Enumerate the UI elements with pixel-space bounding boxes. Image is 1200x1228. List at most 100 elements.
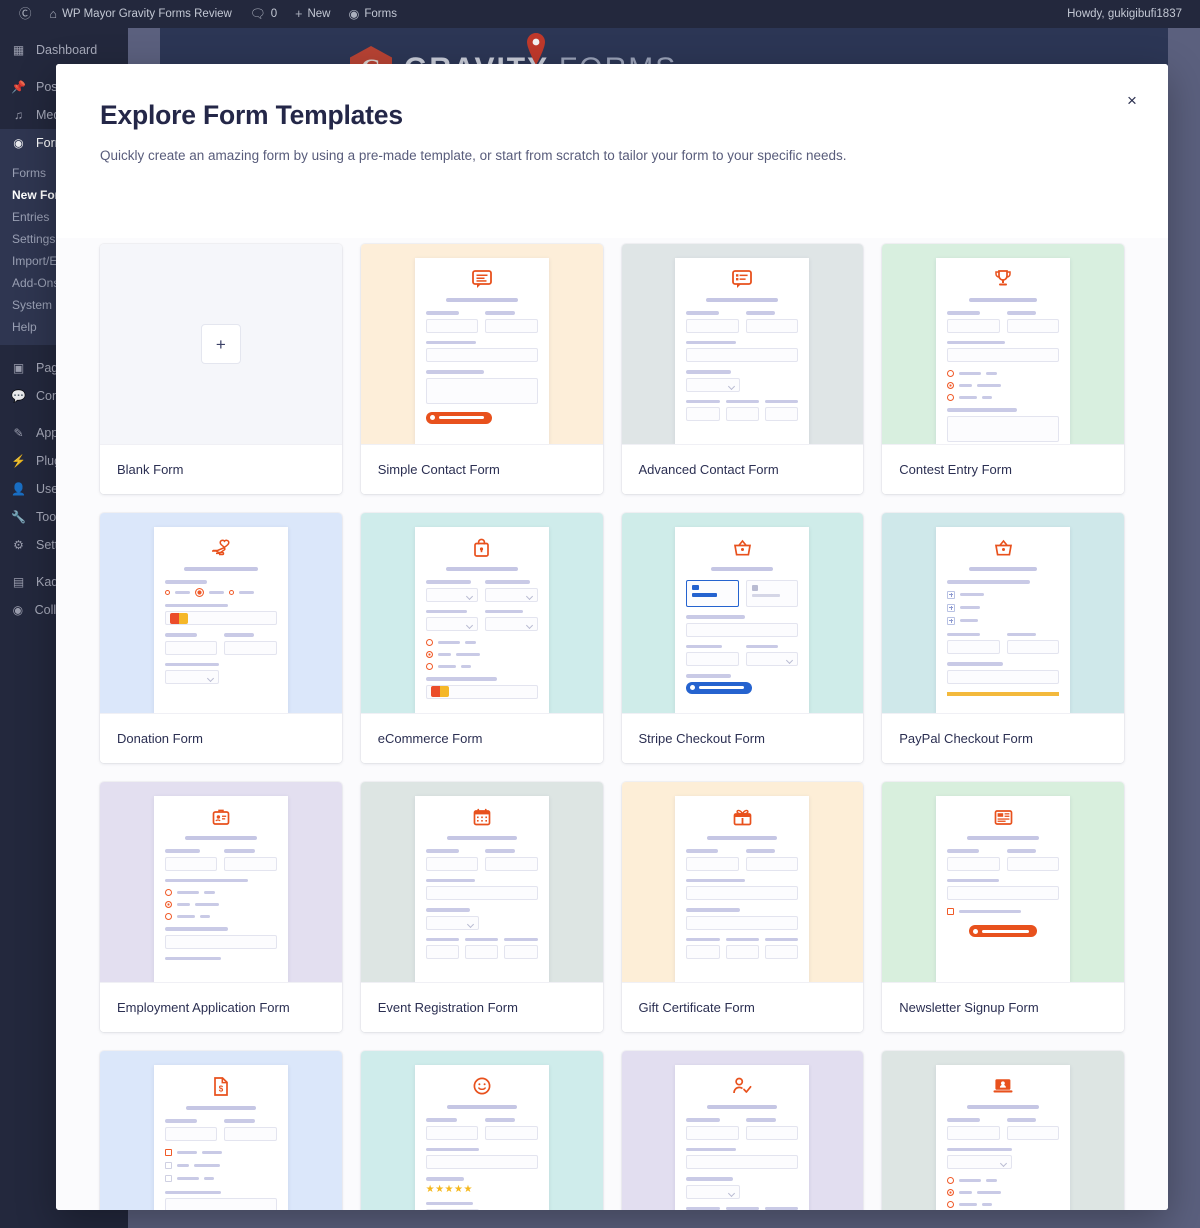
template-thumbnail (621, 513, 864, 713)
template-thumbnail (621, 1051, 864, 1210)
credit-card-icon (430, 686, 449, 697)
plus-icon (947, 590, 956, 599)
template-thumbnail (621, 782, 864, 982)
template-card-label: Donation Form (100, 713, 342, 763)
credit-card-field-preview (164, 611, 277, 625)
template-card-label: Event Registration Form (360, 982, 603, 1032)
plus-icon (947, 603, 956, 612)
form-preview (153, 527, 288, 713)
selected-payment-card-preview (686, 580, 739, 607)
template-thumbnail (100, 782, 342, 982)
plus-icon (947, 616, 956, 625)
form-preview (936, 258, 1071, 444)
smiley-icon (426, 1076, 538, 1096)
submit-button-preview (425, 411, 492, 424)
template-thumbnail (360, 782, 603, 982)
form-preview (675, 527, 810, 713)
trophy-icon (947, 269, 1059, 289)
modal-header: Explore Form Templates Quickly create an… (56, 64, 1168, 166)
form-preview (414, 527, 549, 713)
modal-overlay: × Explore Form Templates Quickly create … (0, 0, 1200, 1228)
close-icon[interactable]: × (1118, 86, 1146, 114)
laptop-user-icon (947, 1076, 1059, 1096)
template-card-gift-certificate-form[interactable]: Gift Certificate Form (621, 782, 864, 1032)
modal-body: + Blank Form Simple Contact Form Advance… (56, 238, 1168, 1210)
form-preview (414, 796, 549, 982)
newspaper-icon (947, 807, 1059, 827)
template-card-newsletter-signup-form[interactable]: Newsletter Signup Form (882, 782, 1124, 1032)
form-preview (153, 796, 288, 982)
template-card-paypal-checkout-form[interactable]: PayPal Checkout Form (882, 513, 1124, 763)
template-card-label: Newsletter Signup Form (882, 982, 1124, 1032)
user-check-icon (686, 1076, 798, 1096)
template-card-label: Contest Entry Form (882, 444, 1124, 494)
form-preview (675, 1065, 810, 1210)
checkbox-preview (947, 908, 955, 915)
form-preview: ★★★★★ (414, 1065, 549, 1210)
form-preview (414, 258, 549, 444)
page-title: Explore Form Templates (100, 100, 403, 130)
template-card-simple-contact-form[interactable]: Simple Contact Form (360, 244, 603, 494)
template-card-label: Advanced Contact Form (621, 444, 864, 494)
template-thumbnail (882, 513, 1124, 713)
template-thumbnail (882, 782, 1124, 982)
checkbox-preview (164, 1174, 172, 1182)
checkbox-preview (164, 1148, 172, 1156)
template-card-donation-form[interactable]: Donation Form (100, 513, 342, 763)
template-card-label: PayPal Checkout Form (882, 713, 1124, 763)
template-thumbnail (882, 244, 1124, 444)
document-dollar-icon: $ (165, 1076, 277, 1097)
template-card-stripe-checkout-form[interactable]: Stripe Checkout Form (621, 513, 864, 763)
template-card-event-registration-form[interactable]: Event Registration Form (360, 782, 603, 1032)
checkbox-preview (164, 1161, 172, 1169)
template-thumbnail: + (100, 244, 342, 444)
template-card-user-registration-form[interactable]: User Registration Form (621, 1051, 864, 1210)
template-thumbnail (360, 244, 603, 444)
submit-button-preview (686, 681, 753, 694)
paypal-button-preview (947, 691, 1060, 696)
modal-subtitle: Quickly create an amazing form by using … (100, 148, 847, 163)
chat-list-icon (686, 269, 798, 289)
template-thumbnail (621, 244, 864, 444)
basket-icon (686, 538, 798, 558)
template-thumbnail (882, 1051, 1124, 1210)
template-card-label: Gift Certificate Form (621, 982, 864, 1032)
explore-form-templates-modal: × Explore Form Templates Quickly create … (56, 64, 1168, 1210)
template-card-ecommerce-form[interactable]: eCommerce Form (360, 513, 603, 763)
template-thumbnail (360, 513, 603, 713)
basket-icon (947, 538, 1059, 558)
template-card-survey-form[interactable]: ★★★★★ Survey Form (360, 1051, 603, 1210)
template-card-label: Blank Form (100, 444, 342, 494)
template-thumbnail (100, 513, 342, 713)
template-grid: + Blank Form Simple Contact Form Advance… (100, 238, 1124, 1210)
id-badge-icon (165, 807, 277, 827)
submit-button-preview (947, 925, 1059, 937)
form-preview (675, 258, 810, 444)
template-card-contest-entry-form[interactable]: Contest Entry Form (882, 244, 1124, 494)
template-card-label: eCommerce Form (360, 713, 603, 763)
star-rating-preview: ★★★★★ (425, 1183, 473, 1195)
template-card-advanced-contact-form[interactable]: Advanced Contact Form (621, 244, 864, 494)
hand-heart-icon (165, 538, 277, 558)
form-preview (936, 796, 1071, 982)
form-preview (936, 1065, 1071, 1210)
template-card-request-a-quote-form[interactable]: $ Request a Quote Form (100, 1051, 342, 1210)
template-card-label: Employment Application Form (100, 982, 342, 1032)
payment-card-preview (745, 580, 799, 607)
form-preview (675, 796, 810, 982)
form-preview (936, 527, 1071, 713)
template-card-webinar-registration-form[interactable]: Webinar Registration Form (882, 1051, 1124, 1210)
template-thumbnail: $ (100, 1051, 342, 1210)
template-card-employment-application-form[interactable]: Employment Application Form (100, 782, 342, 1032)
shopping-bag-icon (426, 538, 538, 558)
calendar-icon (426, 807, 538, 827)
chat-bubble-icon (426, 269, 538, 289)
plus-icon: + (200, 324, 241, 364)
template-card-label: Stripe Checkout Form (621, 713, 864, 763)
template-card-blank-form[interactable]: + Blank Form (100, 244, 342, 494)
form-preview: $ (153, 1065, 288, 1210)
gift-icon (686, 807, 798, 827)
template-thumbnail: ★★★★★ (360, 1051, 603, 1210)
template-card-label: Simple Contact Form (360, 444, 603, 494)
credit-card-icon (169, 612, 188, 624)
